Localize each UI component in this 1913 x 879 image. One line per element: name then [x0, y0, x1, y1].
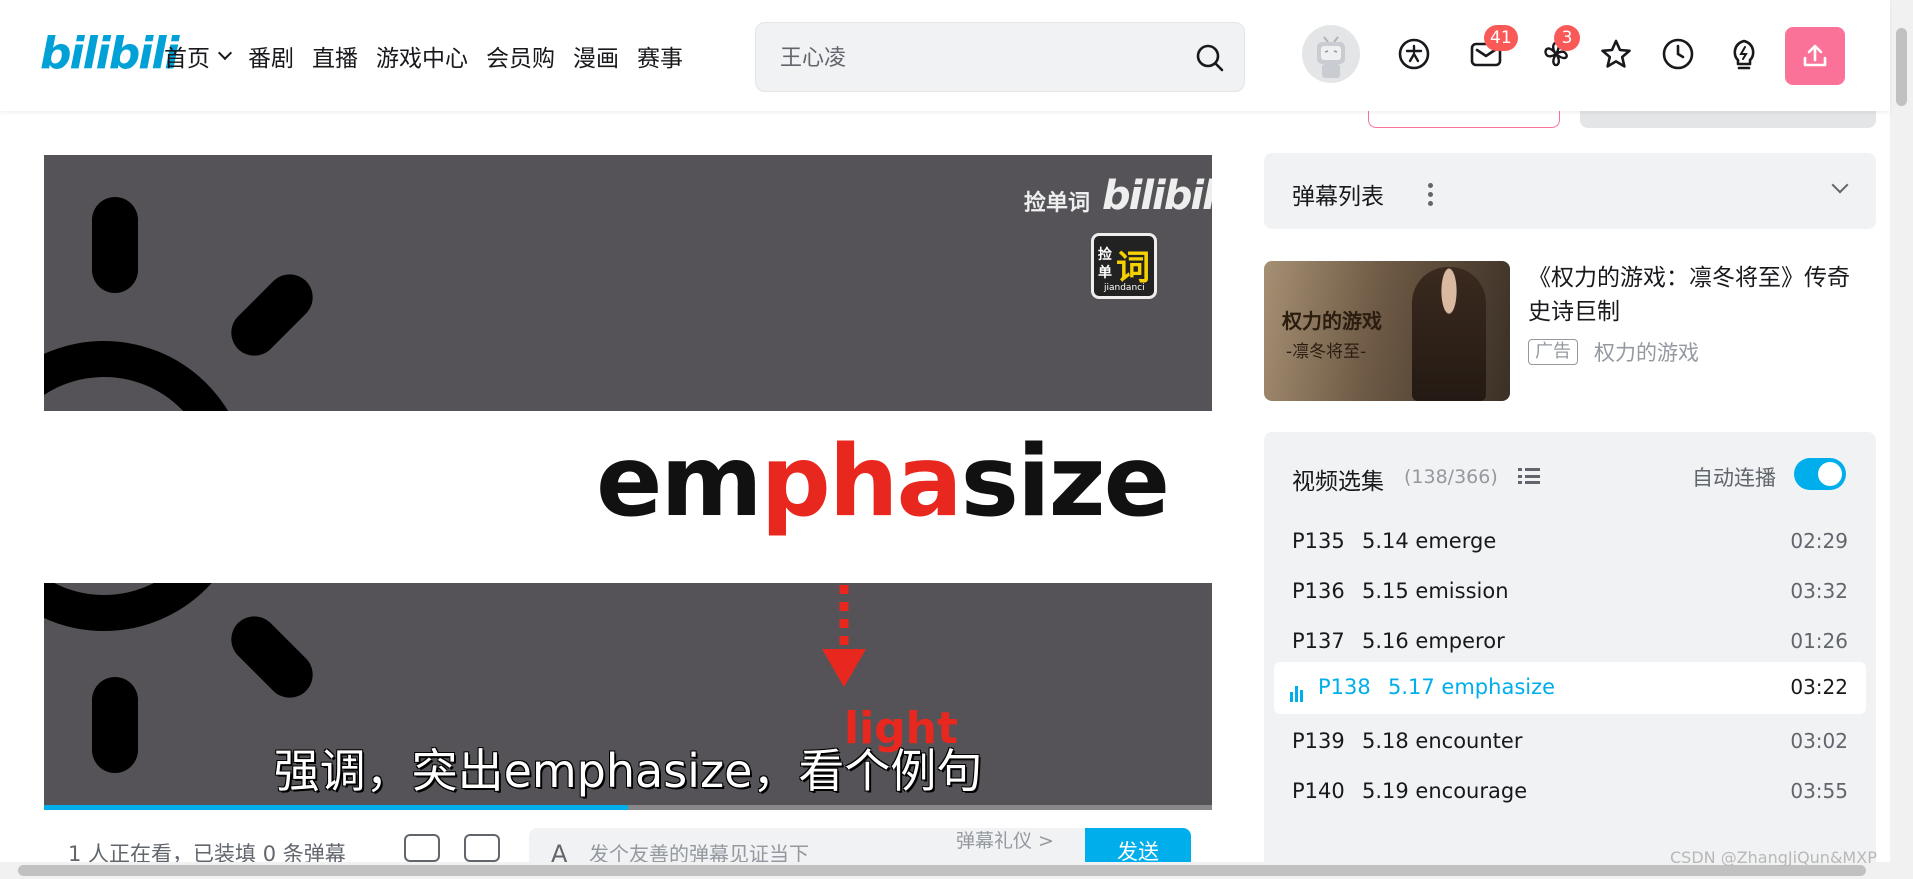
bilibili-logo[interactable]: bilibili	[40, 28, 179, 79]
search-input[interactable]	[780, 41, 1160, 75]
list-view-icon[interactable]	[1518, 468, 1540, 488]
nav-esports[interactable]: 赛事	[637, 39, 683, 73]
nav-live[interactable]: 直播	[312, 39, 358, 73]
scroll-thumb[interactable]	[1896, 28, 1907, 106]
series-count: (138/366)	[1404, 466, 1498, 488]
episode-item-active[interactable]: P138 5.17 emphasize 03:22	[1274, 662, 1866, 714]
upload-button[interactable]	[1785, 27, 1845, 85]
favorites-icon[interactable]	[1598, 36, 1634, 72]
danmaku-toggle-icon[interactable]	[404, 834, 440, 862]
upload-icon	[1803, 44, 1827, 67]
ad-tag: 广告	[1528, 339, 1578, 365]
video-subtitle: 强调，突出emphasize，看个例句	[273, 744, 983, 798]
vertical-scrollbar[interactable]	[1890, 0, 1913, 879]
danmaku-list-title: 弹幕列表	[1292, 184, 1384, 210]
video-player[interactable]: emphasize light 捡单词 bilibili 捡 单 词 jiand…	[44, 155, 1212, 810]
history-icon[interactable]	[1660, 36, 1696, 72]
danmaku-etiquette-link[interactable]: 弹幕礼仪 >	[956, 826, 1054, 853]
scroll-thumb[interactable]	[18, 865, 1866, 876]
progress-bar[interactable]	[44, 805, 1212, 810]
series-title: 视频选集	[1292, 469, 1384, 495]
search-box	[755, 22, 1245, 92]
jiandanci-logo: 捡 单 词 jiandanci	[1091, 233, 1157, 299]
ad-card[interactable]: 权力的游戏 -凛冬将至- 《权力的游戏：凛冬将至》传奇史诗巨制 广告 权力的游戏	[1264, 261, 1876, 401]
nav-game-center[interactable]: 游戏中心	[376, 39, 468, 73]
word-suffix: size	[960, 425, 1170, 539]
chevron-down-icon[interactable]	[1831, 176, 1849, 194]
nav-home[interactable]: 首页	[164, 39, 233, 73]
nav-anime[interactable]: 番剧	[248, 39, 294, 73]
horizontal-scrollbar[interactable]	[0, 862, 1890, 879]
big-member-icon[interactable]	[1396, 36, 1432, 72]
nav-home-label: 首页	[164, 45, 210, 72]
autoplay-toggle[interactable]	[1794, 458, 1846, 490]
creation-icon[interactable]	[1726, 36, 1762, 72]
dynamic-badge: 3	[1554, 25, 1580, 51]
search-button[interactable]	[1190, 38, 1230, 78]
main-nav: 首页 番剧 直播 游戏中心 会员购 漫画 赛事	[164, 0, 683, 111]
danmaku-settings-icon[interactable]	[464, 834, 500, 862]
video-series-panel: 视频选集 (138/366) 自动连播 P135 5.14 emerge 02:…	[1264, 432, 1876, 879]
message-badge: 41	[1484, 25, 1518, 51]
more-icon[interactable]	[1428, 183, 1434, 210]
nav-manga[interactable]: 漫画	[573, 39, 619, 73]
autoplay-label: 自动连播	[1692, 466, 1776, 490]
word-prefix: em	[596, 425, 763, 539]
tv-avatar-icon	[1317, 36, 1345, 78]
avatar[interactable]	[1302, 25, 1360, 83]
top-header: bilibili 首页 番剧 直播 游戏中心 会员购 漫画 赛事 王心凌 41 …	[0, 0, 1890, 111]
page-watermark: CSDN @ZhangJiQun&MXP	[1670, 848, 1877, 867]
arrow-down-icon	[822, 585, 866, 687]
episode-item[interactable]: P140 5.19 encourage 03:55	[1264, 762, 1876, 823]
danmaku-list-header[interactable]: 弹幕列表	[1264, 153, 1876, 229]
progress-fill	[44, 805, 628, 810]
watermark-text: 捡单词	[1024, 191, 1091, 216]
character-image	[1412, 267, 1486, 401]
playing-icon	[1290, 683, 1306, 702]
ad-title[interactable]: 《权力的游戏：凛冬将至》传奇史诗巨制	[1528, 261, 1868, 329]
ad-thumbnail[interactable]: 权力的游戏 -凛冬将至-	[1264, 261, 1510, 401]
search-icon	[1196, 44, 1224, 72]
nav-mall[interactable]: 会员购	[486, 39, 555, 73]
word-highlight: pha	[760, 425, 963, 539]
chevron-down-icon	[217, 45, 233, 60]
ad-source: 权力的游戏	[1594, 341, 1699, 365]
vocabulary-word: emphasize	[596, 425, 1170, 539]
watermark-logo: bilibili	[1102, 173, 1212, 219]
